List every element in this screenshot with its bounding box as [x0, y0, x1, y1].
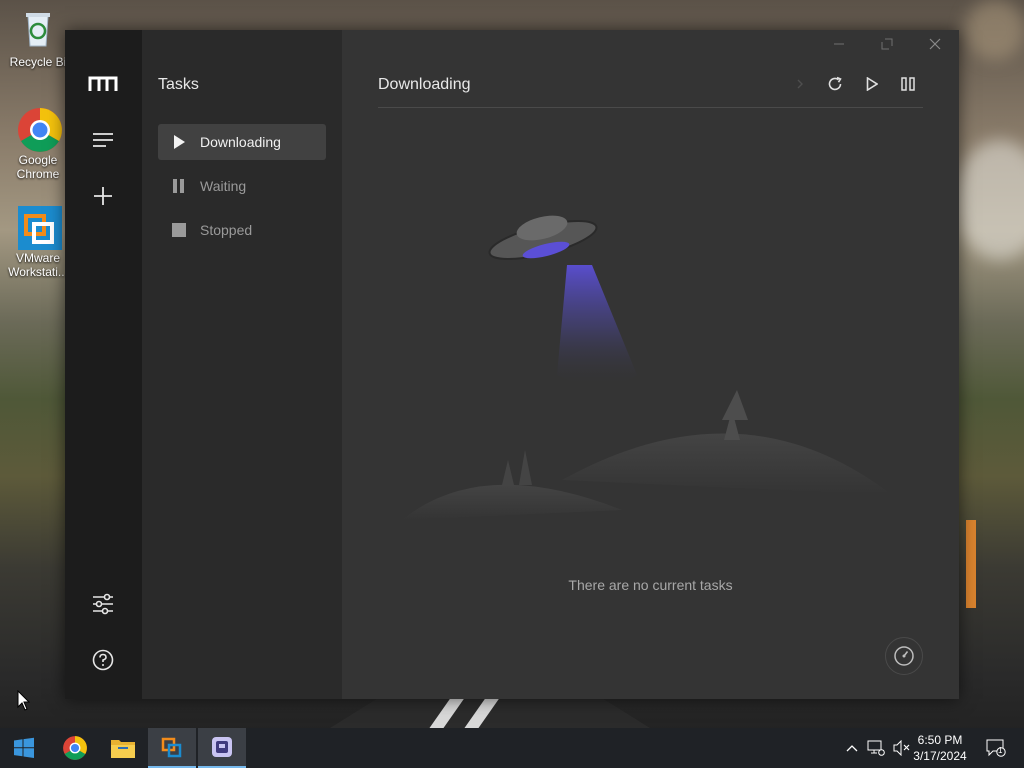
- nav-item-label: Downloading: [200, 134, 281, 150]
- task-list-panel: Downloading There are no current tasks: [342, 30, 959, 699]
- speedometer-icon[interactable]: [885, 637, 923, 675]
- nav-item-label: Waiting: [200, 178, 247, 194]
- sliders-icon[interactable]: [87, 588, 119, 620]
- clock[interactable]: 6:50 PM 3/17/2024: [908, 732, 972, 764]
- chrome-icon[interactable]: [51, 728, 99, 768]
- maximize-icon[interactable]: [867, 34, 907, 56]
- empty-state-message: There are no current tasks: [568, 577, 733, 593]
- desktop-icon-vmware[interactable]: VMware Workstati...: [6, 204, 70, 279]
- clock-date: 3/17/2024: [913, 749, 967, 763]
- file-explorer-icon[interactable]: [99, 728, 147, 768]
- nav-item-stopped[interactable]: Stopped: [158, 212, 326, 248]
- vmware-icon[interactable]: [148, 728, 196, 768]
- notification-count: 1: [998, 746, 1003, 755]
- page-title: Downloading: [378, 76, 471, 93]
- header-divider: [378, 107, 923, 108]
- pause-all-icon[interactable]: [896, 72, 920, 96]
- plus-icon[interactable]: [87, 180, 119, 212]
- app-rail: [65, 30, 142, 699]
- stop-icon: [172, 223, 186, 237]
- taskbar: 6:50 PM 3/17/2024 1: [0, 728, 1024, 768]
- motrix-icon[interactable]: [198, 728, 246, 768]
- clock-time: 6:50 PM: [917, 733, 963, 747]
- recycle-bin-icon: [16, 8, 60, 52]
- chrome-icon: [16, 106, 62, 152]
- desktop-icon-label: VMware Workstati...: [8, 251, 68, 279]
- play-all-icon[interactable]: [860, 72, 884, 96]
- minimize-icon[interactable]: [819, 34, 859, 56]
- pause-icon: [172, 179, 186, 193]
- hamburger-menu-icon[interactable]: [87, 124, 119, 156]
- chevron-right-icon[interactable]: [788, 72, 812, 96]
- refresh-icon[interactable]: [823, 72, 847, 96]
- nav-item-waiting[interactable]: Waiting: [158, 168, 326, 204]
- play-icon: [172, 135, 186, 149]
- motrix-window: Tasks Downloading Waiting Stopped Downlo…: [65, 30, 959, 699]
- desktop-icon-label: Google Chrome: [16, 153, 60, 181]
- nav-item-label: Stopped: [200, 222, 253, 238]
- chevron-up-icon[interactable]: [842, 738, 862, 758]
- desktop-icon-recycle-bin[interactable]: Recycle Bi: [6, 8, 70, 69]
- motrix-logo-icon[interactable]: [87, 68, 119, 100]
- subnav-title: Tasks: [158, 76, 199, 93]
- task-subnav: Tasks Downloading Waiting Stopped: [142, 30, 342, 699]
- desktop-icon-label: Recycle Bi: [9, 55, 67, 69]
- network-icon[interactable]: [866, 738, 886, 758]
- notification-center-icon[interactable]: 1: [986, 738, 1006, 758]
- close-icon[interactable]: [915, 34, 955, 56]
- desktop-icon-google-chrome[interactable]: Google Chrome: [6, 106, 70, 181]
- nav-item-downloading[interactable]: Downloading: [158, 124, 326, 160]
- windows-start-icon[interactable]: [0, 728, 48, 768]
- help-circle-icon[interactable]: [87, 644, 119, 676]
- mouse-cursor-icon: [17, 690, 31, 711]
- vmware-icon: [16, 204, 62, 250]
- ufo-empty-illustration: [402, 215, 892, 520]
